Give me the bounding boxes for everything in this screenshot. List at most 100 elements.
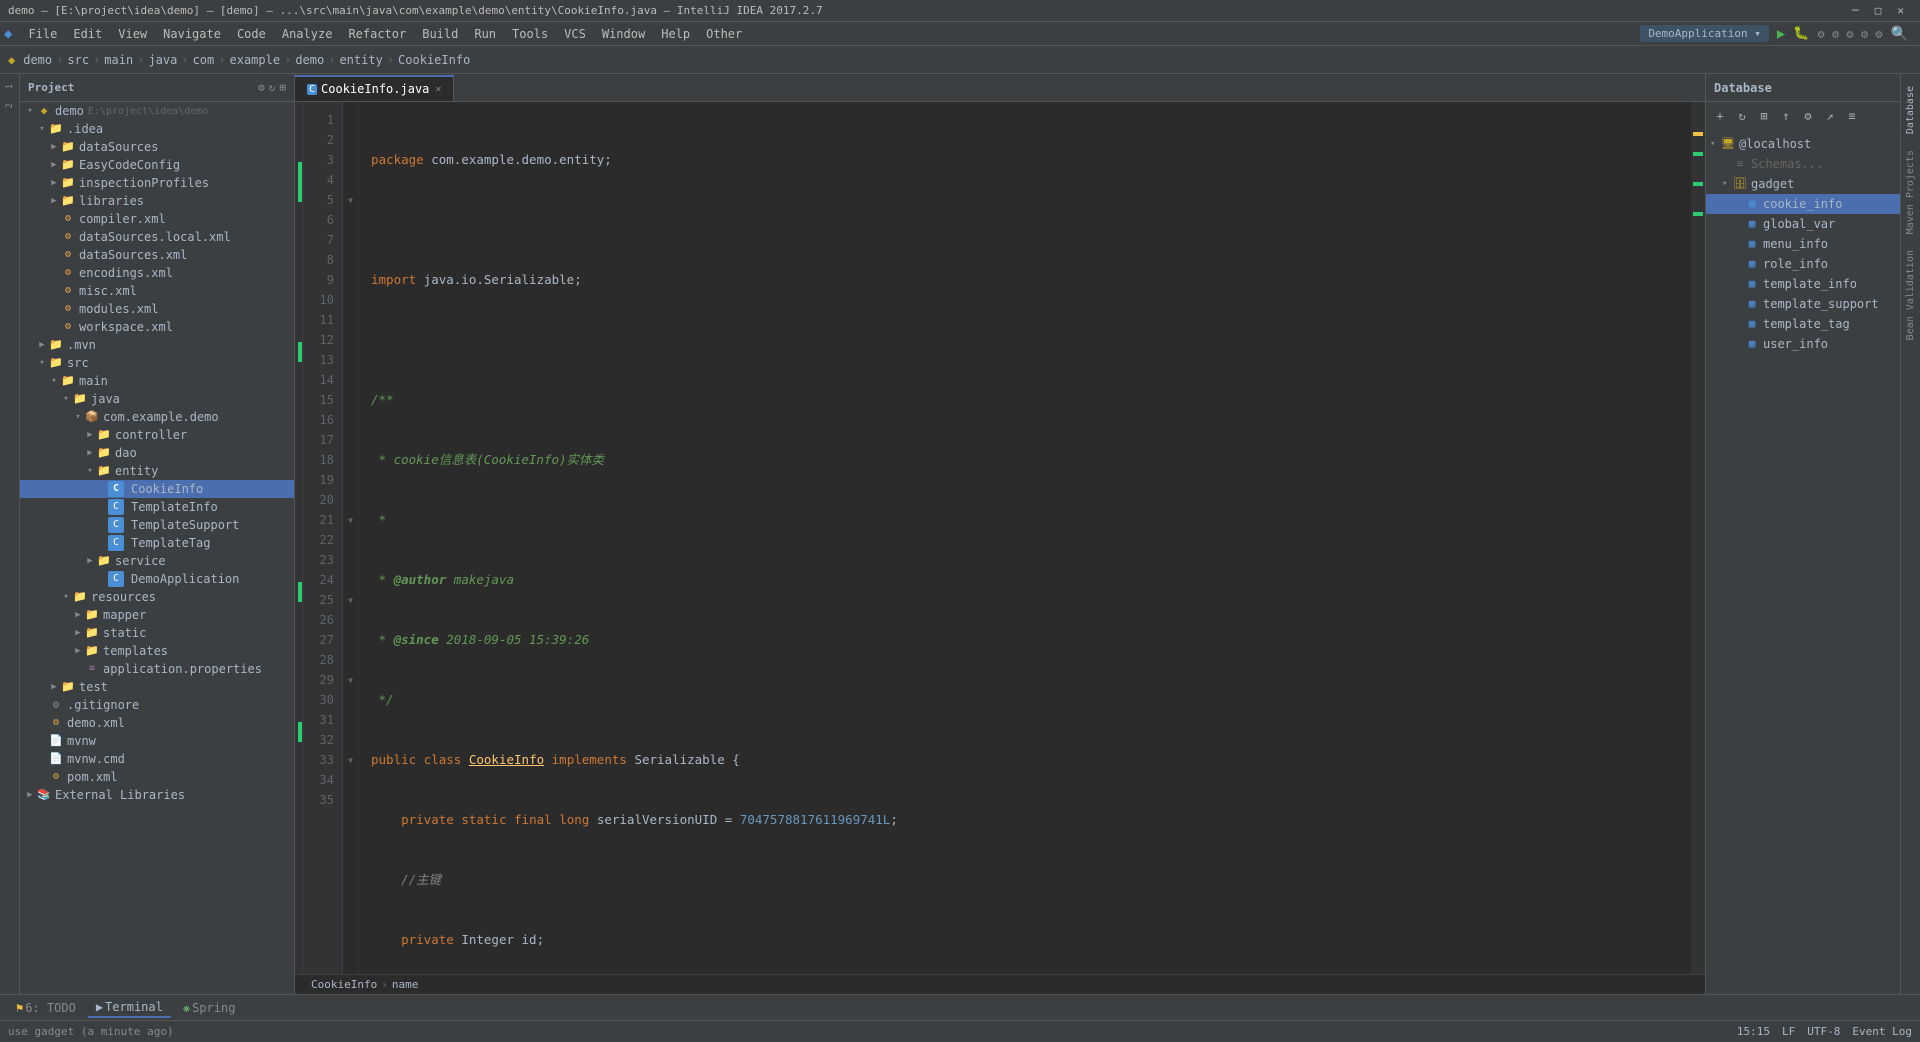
tree-item-easycode[interactable]: ▶ 📁 EasyCodeConfig (20, 156, 294, 174)
tree-item-test[interactable]: ▶ 📁 test (20, 678, 294, 696)
menu-code[interactable]: Code (229, 25, 274, 43)
tree-item-templates[interactable]: ▶ 📁 templates (20, 642, 294, 660)
tree-item-templateinfo[interactable]: C TemplateInfo (20, 498, 294, 516)
breadcrumb-name[interactable]: name (392, 978, 419, 991)
db-item-cookie-info[interactable]: ▦ cookie_info (1706, 194, 1900, 214)
code-editor[interactable]: 1 2 3 4 5 6 7 8 9 10 11 12 13 14 15 16 1… (295, 102, 1705, 974)
right-tab-validation[interactable]: Bean Validation (1903, 242, 1918, 348)
tree-item-external-libs[interactable]: ▶ 📚 External Libraries (20, 786, 294, 804)
tree-item-cookieinfo[interactable]: C CookieInfo (20, 480, 294, 498)
run-config-dropdown[interactable]: DemoApplication ▾ (1640, 25, 1769, 42)
sidebar-sync[interactable]: ↻ (269, 81, 276, 94)
search-everywhere-button[interactable]: 🔍 (1891, 26, 1908, 42)
tree-item-templatesupport[interactable]: C TemplateSupport (20, 516, 294, 534)
nav-com[interactable]: com (193, 53, 215, 67)
fold-arrow-25[interactable]: ▾ (343, 590, 358, 610)
nav-main[interactable]: main (104, 53, 133, 67)
db-filter-button[interactable]: ⊞ (1754, 106, 1774, 126)
db-item-template-info[interactable]: ▦ template_info (1706, 274, 1900, 294)
db-item-template-tag[interactable]: ▦ template_tag (1706, 314, 1900, 334)
db-item-template-support[interactable]: ▦ template_support (1706, 294, 1900, 314)
fold-arrow-21[interactable]: ▾ (343, 510, 358, 530)
sidebar-gear[interactable]: ⚙ (258, 81, 265, 94)
tree-item-compiler-xml[interactable]: ⚙ compiler.xml (20, 210, 294, 228)
menu-help[interactable]: Help (653, 25, 698, 43)
breadcrumb-cookieinfo[interactable]: CookieInfo (311, 978, 377, 991)
tab-close-button[interactable]: ✕ (435, 84, 441, 95)
run-button[interactable]: ▶ (1777, 26, 1785, 42)
minimize-button[interactable]: ─ (1852, 4, 1859, 17)
tree-item-com-example-demo[interactable]: ▾ 📦 com.example.demo (20, 408, 294, 426)
tree-item-demoapplication[interactable]: C DemoApplication (20, 570, 294, 588)
tree-item-encodings[interactable]: ⚙ encodings.xml (20, 264, 294, 282)
menu-analyze[interactable]: Analyze (274, 25, 341, 43)
fold-arrow-33[interactable]: ▾ (343, 750, 358, 770)
menu-view[interactable]: View (110, 25, 155, 43)
db-up-button[interactable]: ↑ (1776, 106, 1796, 126)
nav-demo2[interactable]: demo (295, 53, 324, 67)
tab-terminal[interactable]: ▶ Terminal (88, 998, 171, 1018)
menu-build[interactable]: Build (414, 25, 466, 43)
tree-item-static[interactable]: ▶ 📁 static (20, 624, 294, 642)
tree-item-service[interactable]: ▶ 📁 service (20, 552, 294, 570)
status-encoding[interactable]: UTF-8 (1807, 1025, 1840, 1038)
tree-item-main[interactable]: ▾ 📁 main (20, 372, 294, 390)
tree-item-datasources-local[interactable]: ⚙ dataSources.local.xml (20, 228, 294, 246)
tree-item-mvnw[interactable]: 📄 mvnw (20, 732, 294, 750)
tab-spring[interactable]: ❋ Spring (175, 999, 244, 1017)
close-button[interactable]: ✕ (1897, 4, 1904, 17)
nav-src[interactable]: src (67, 53, 89, 67)
tree-item-mvn[interactable]: ▶ 📁 .mvn (20, 336, 294, 354)
menu-navigate[interactable]: Navigate (155, 25, 229, 43)
menu-window[interactable]: Window (594, 25, 653, 43)
tree-item-datasources[interactable]: ▶ 📁 dataSources (20, 138, 294, 156)
menu-tools[interactable]: Tools (504, 25, 556, 43)
db-refresh-button[interactable]: ↻ (1732, 106, 1752, 126)
tree-item-appprops[interactable]: ≡ application.properties (20, 660, 294, 678)
tree-item-entity[interactable]: ▾ 📁 entity (20, 462, 294, 480)
db-item-gadget[interactable]: ▾ 🗄 gadget (1706, 174, 1900, 194)
tree-item-libraries[interactable]: ▶ 📁 libraries (20, 192, 294, 210)
menu-vcs[interactable]: VCS (556, 25, 594, 43)
db-console-button[interactable]: ≡ (1842, 106, 1862, 126)
tree-item-misc-xml[interactable]: ⚙ misc.xml (20, 282, 294, 300)
menu-run[interactable]: Run (466, 25, 504, 43)
status-eventlog[interactable]: Event Log (1852, 1025, 1912, 1038)
nav-cookieinfo[interactable]: CookieInfo (398, 53, 470, 67)
tree-item-datasources-xml[interactable]: ⚙ dataSources.xml (20, 246, 294, 264)
menu-edit[interactable]: Edit (65, 25, 110, 43)
tree-item-controller[interactable]: ▶ 📁 controller (20, 426, 294, 444)
db-add-button[interactable]: + (1710, 106, 1730, 126)
menu-refactor[interactable]: Refactor (340, 25, 414, 43)
scrollbar-area[interactable] (1691, 102, 1705, 974)
nav-entity[interactable]: entity (339, 53, 382, 67)
right-tab-database[interactable]: Database (1903, 78, 1918, 142)
right-tab-maven[interactable]: Maven Projects (1903, 142, 1918, 242)
status-linesep[interactable]: LF (1782, 1025, 1795, 1038)
tree-item-mapper[interactable]: ▶ 📁 mapper (20, 606, 294, 624)
db-item-menu-info[interactable]: ▦ menu_info (1706, 234, 1900, 254)
tree-item-inspections[interactable]: ▶ 📁 inspectionProfiles (20, 174, 294, 192)
tree-item-src[interactable]: ▾ 📁 src (20, 354, 294, 372)
tree-item-java[interactable]: ▾ 📁 java (20, 390, 294, 408)
nav-java[interactable]: java (148, 53, 177, 67)
fold-arrow-5[interactable]: ▾ (343, 190, 358, 210)
sidebar-expand[interactable]: ⊞ (279, 81, 286, 94)
fold-arrow-29[interactable]: ▾ (343, 670, 358, 690)
db-item-schemas[interactable]: ≡ Schemas... (1706, 154, 1900, 174)
tree-item-demo-root[interactable]: ▾ ◆ demo E:\project\idea\demo (20, 102, 294, 120)
tab-cookieinfo[interactable]: C CookieInfo.java ✕ (295, 75, 454, 101)
menu-other[interactable]: Other (698, 25, 750, 43)
left-tab-2[interactable]: 2 (3, 97, 17, 114)
db-item-localhost[interactable]: ▾ 🖥 @localhost (1706, 134, 1900, 154)
left-tab-1[interactable]: 1 (3, 78, 17, 95)
db-item-global-var[interactable]: ▦ global_var (1706, 214, 1900, 234)
tree-item-mvnw-cmd[interactable]: 📄 mvnw.cmd (20, 750, 294, 768)
tree-item-gitignore[interactable]: ⚙ .gitignore (20, 696, 294, 714)
db-open-button[interactable]: ↗ (1820, 106, 1840, 126)
tree-item-resources[interactable]: ▾ 📁 resources (20, 588, 294, 606)
maximize-button[interactable]: □ (1875, 4, 1882, 17)
tree-item-pom-xml[interactable]: ⚙ pom.xml (20, 768, 294, 786)
tree-item-demo-xml[interactable]: ⚙ demo.xml (20, 714, 294, 732)
tree-item-templatetag[interactable]: C TemplateTag (20, 534, 294, 552)
